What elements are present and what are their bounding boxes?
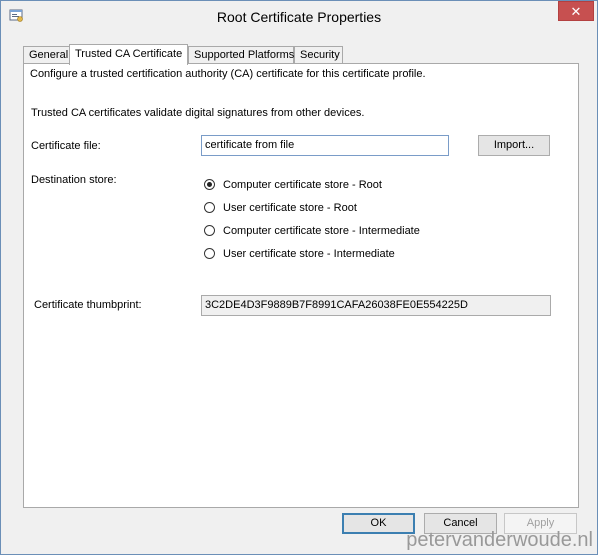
panel-info: Trusted CA certificates validate digital… bbox=[31, 107, 365, 119]
store-option-label: User certificate store - Root bbox=[223, 202, 357, 214]
thumbprint-label: Certificate thumbprint: bbox=[34, 299, 142, 311]
properties-dialog: Root Certificate Properties ✕ General Tr… bbox=[0, 0, 598, 555]
tab-security[interactable]: Security bbox=[294, 46, 343, 64]
radio-selected-dot bbox=[207, 182, 212, 187]
store-option-label: User certificate store - Intermediate bbox=[223, 248, 395, 260]
ok-button[interactable]: OK bbox=[342, 513, 415, 534]
panel-description: Configure a trusted certification author… bbox=[30, 68, 426, 80]
destination-store-label: Destination store: bbox=[31, 174, 117, 186]
watermark: petervanderwoude.nl bbox=[406, 529, 593, 551]
tab-panel: Configure a trusted certification author… bbox=[23, 63, 579, 508]
close-button[interactable]: ✕ bbox=[558, 1, 594, 21]
radio-button[interactable] bbox=[204, 202, 215, 213]
window-title: Root Certificate Properties bbox=[216, 9, 382, 25]
tab-trusted-ca-certificate[interactable]: Trusted CA Certificate bbox=[69, 44, 188, 65]
close-icon: ✕ bbox=[570, 4, 582, 19]
import-button[interactable]: Import... bbox=[478, 135, 550, 156]
store-option-label: Computer certificate store - Root bbox=[223, 179, 382, 191]
tab-general[interactable]: General bbox=[23, 46, 70, 64]
tab-supported-platforms[interactable]: Supported Platforms bbox=[188, 46, 294, 64]
radio-button[interactable] bbox=[204, 179, 215, 190]
thumbprint-field[interactable]: 3C2DE4D3F9889B7F8991CAFA26038FE0E554225D bbox=[201, 295, 551, 316]
radio-button[interactable] bbox=[204, 248, 215, 259]
store-option-label: Computer certificate store - Intermediat… bbox=[223, 225, 420, 237]
certificate-file-label: Certificate file: bbox=[31, 140, 101, 152]
title-bar[interactable]: Root Certificate Properties ✕ bbox=[1, 1, 597, 34]
certificate-file-field[interactable]: certificate from file bbox=[201, 135, 449, 156]
radio-button[interactable] bbox=[204, 225, 215, 236]
